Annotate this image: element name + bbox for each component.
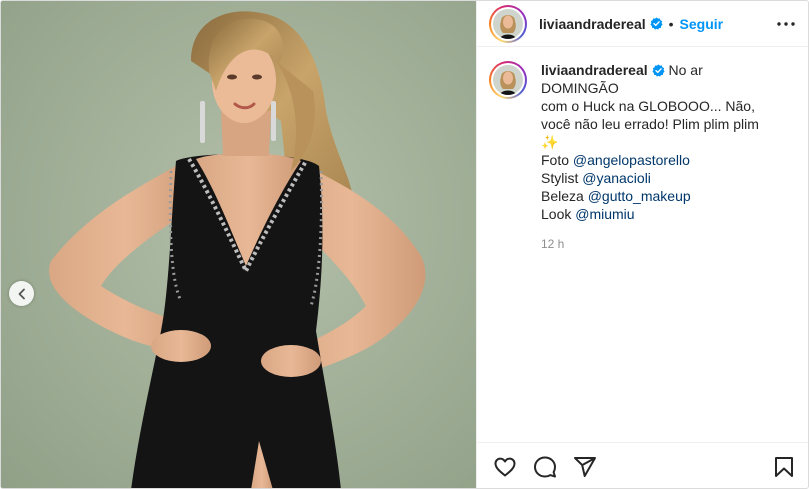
- caption-text-line3: você não leu errado! Plim plim plim: [541, 116, 759, 132]
- instagram-post: liviaandradereal • Seguir liviaandradere…: [0, 0, 809, 489]
- mention-link[interactable]: @angelopastorello: [573, 152, 690, 168]
- separator-dot: •: [668, 15, 674, 32]
- caption-area: liviaandradereal No ar DOMINGÃO com o Hu…: [477, 47, 808, 442]
- caption-first-line: liviaandradereal No ar DOMINGÃO: [541, 61, 781, 97]
- comment-button[interactable]: [531, 453, 559, 481]
- more-horizontal-icon: [777, 21, 795, 26]
- bookmark-icon: [775, 456, 793, 477]
- credit-line: Beleza @gutto_makeup: [541, 187, 781, 205]
- caption-username-link[interactable]: liviaandradereal: [541, 62, 648, 78]
- sparkle-emoji: ✨: [541, 134, 559, 150]
- heart-icon: [494, 457, 516, 476]
- avatar[interactable]: [489, 4, 527, 43]
- post-header: liviaandradereal • Seguir: [477, 1, 808, 47]
- mention-link[interactable]: @miumiu: [575, 206, 634, 222]
- credit-label: Beleza: [541, 188, 588, 204]
- share-button[interactable]: [571, 453, 599, 481]
- more-options-button[interactable]: [774, 12, 798, 36]
- credit-line: Foto @angelopastorello: [541, 151, 781, 169]
- credit-line: Look @miumiu: [541, 205, 781, 223]
- paper-plane-icon: [574, 456, 596, 477]
- verified-badge-icon: [652, 64, 665, 77]
- post-media[interactable]: [1, 1, 476, 488]
- caption-text-line2: com o Huck na GLOBOOO... Não,: [541, 98, 755, 114]
- caption-row: liviaandradereal No ar DOMINGÃO com o Hu…: [489, 61, 798, 253]
- credit-label: Stylist: [541, 170, 583, 186]
- credit-line: Stylist @yanacioli: [541, 169, 781, 187]
- avatar-image: [493, 65, 523, 95]
- post-photo: [1, 1, 476, 488]
- action-bar: [477, 442, 808, 488]
- follow-button[interactable]: Seguir: [680, 16, 724, 32]
- previous-image-button[interactable]: [9, 281, 34, 306]
- caption-text: liviaandradereal No ar DOMINGÃO com o Hu…: [541, 61, 781, 253]
- save-button[interactable]: [770, 453, 798, 481]
- mention-link[interactable]: @yanacioli: [582, 170, 651, 186]
- post-sidebar: liviaandradereal • Seguir liviaandradere…: [476, 1, 808, 488]
- avatar-image: [493, 8, 523, 39]
- caption-avatar[interactable]: [489, 61, 527, 99]
- verified-badge-icon: [650, 17, 663, 30]
- credit-label: Look: [541, 206, 576, 222]
- timestamp[interactable]: 12 h: [541, 235, 781, 253]
- mention-link[interactable]: @gutto_makeup: [588, 188, 691, 204]
- comment-icon: [534, 456, 556, 477]
- like-button[interactable]: [491, 453, 519, 481]
- username-link[interactable]: liviaandradereal: [539, 16, 646, 32]
- credit-label: Foto: [541, 152, 573, 168]
- chevron-left-icon: [18, 288, 25, 299]
